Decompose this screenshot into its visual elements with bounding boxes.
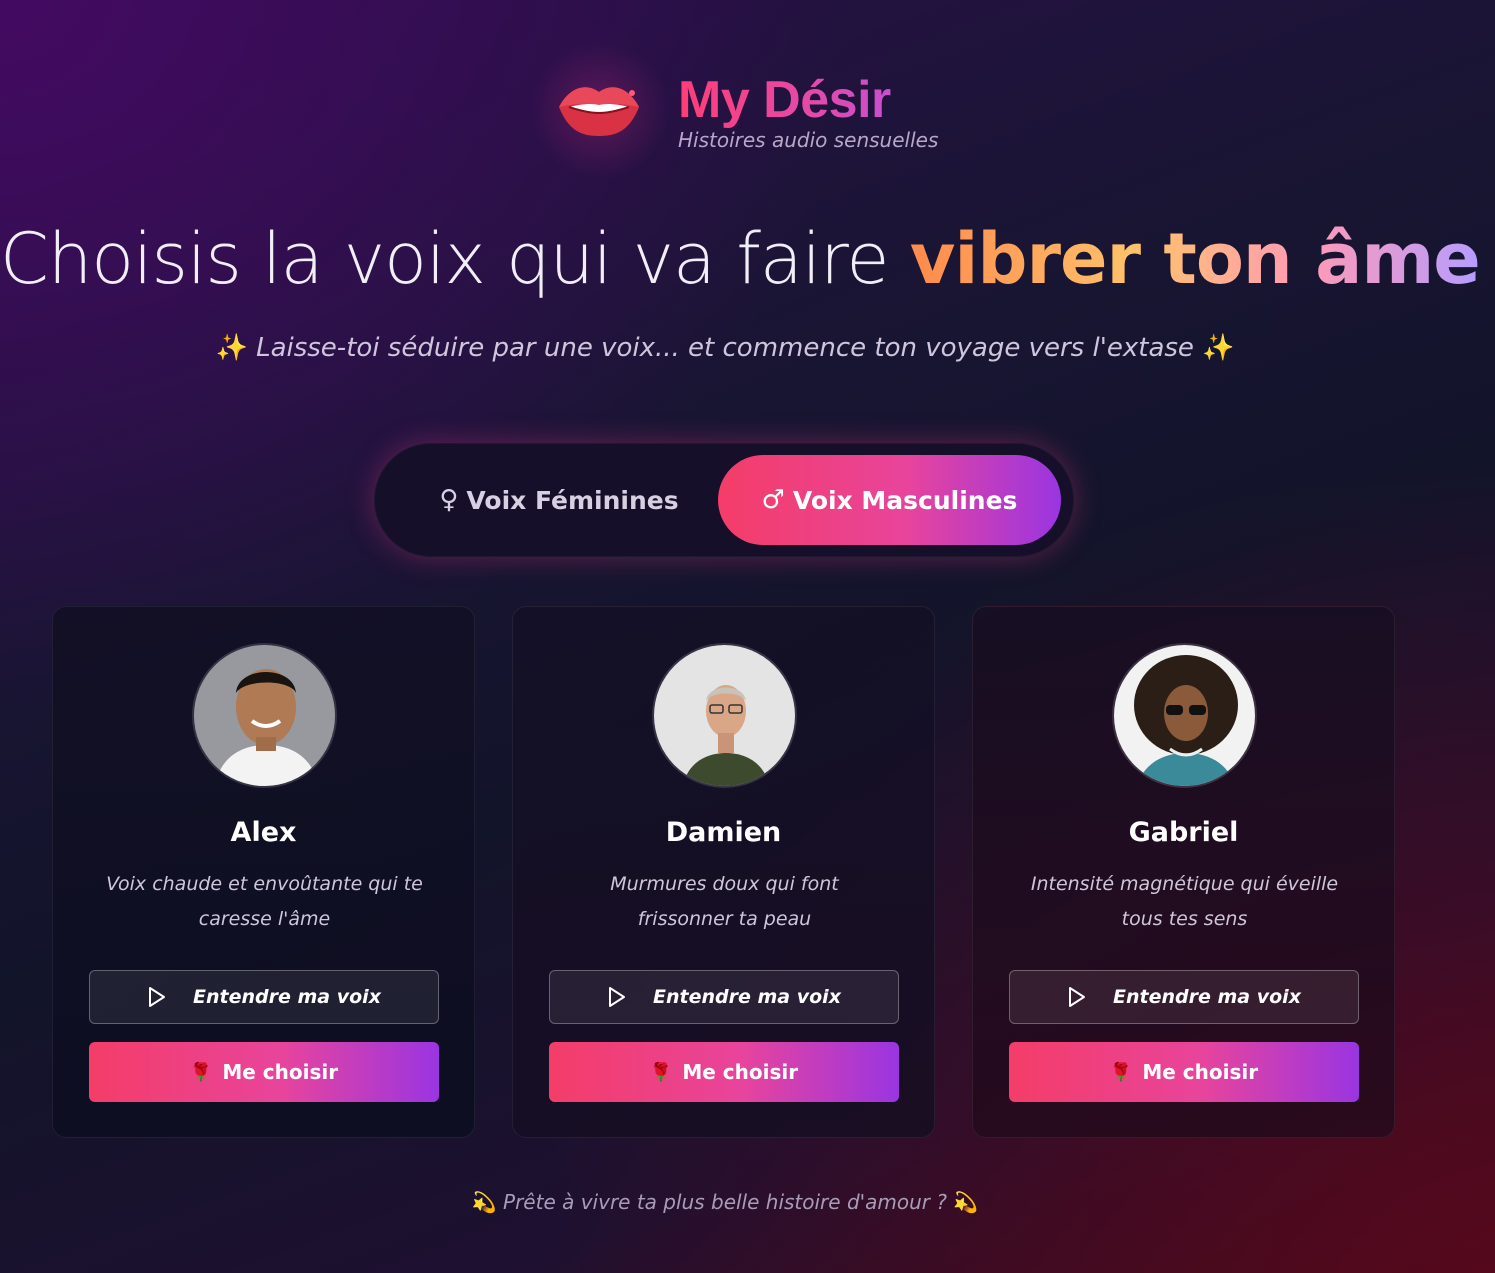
brand-logo (530, 40, 670, 180)
sparkle-icon: ✨ (1202, 333, 1235, 363)
brand-title: My Désir (678, 71, 891, 129)
dizzy-icon: 💫 (471, 1190, 497, 1214)
rose-icon: 🌹 (649, 1061, 673, 1083)
footer-text: Prête à vivre ta plus belle histoire d'a… (503, 1190, 947, 1214)
listen-voice-button[interactable]: Entendre ma voix (89, 970, 439, 1024)
page-subtitle: ✨ Laisse-toi séduire par une voix... et … (0, 333, 1450, 363)
play-icon (149, 987, 166, 1007)
voice-description: Intensité magnétique qui éveille tous te… (1030, 873, 1339, 930)
listen-voice-button[interactable]: Entendre ma voix (549, 970, 899, 1024)
tab-masculine-label: Voix Masculines (792, 485, 1018, 515)
listen-voice-label: Entendre ma voix (653, 986, 841, 1008)
lips-icon (559, 87, 639, 136)
page-title: Choisis la voix qui va faire vibrer ton … (0, 218, 1481, 300)
avatar (192, 643, 337, 788)
choose-voice-button[interactable]: 🌹 Me choisir (89, 1042, 439, 1102)
brand-subtitle: Histoires audio sensuelles (678, 128, 939, 152)
choose-voice-label: Me choisir (1142, 1060, 1259, 1084)
avatar (1112, 643, 1257, 788)
page-subtitle-text: Laisse-toi séduire par une voix... et co… (256, 333, 1194, 363)
voice-description: Voix chaude et envoûtante qui te caresse… (106, 873, 423, 930)
choose-voice-button[interactable]: 🌹 Me choisir (549, 1042, 899, 1102)
rose-icon: 🌹 (189, 1061, 213, 1083)
play-icon (609, 987, 626, 1007)
avatar (652, 643, 797, 788)
tab-masculine-voices[interactable]: ♂ Voix Masculines (718, 455, 1061, 545)
female-symbol-icon: ♀ (439, 485, 459, 515)
tab-feminine-voices[interactable]: ♀ Voix Féminines (394, 455, 724, 545)
voice-card-alex: Alex Voix chaude et envoûtante qui te ca… (52, 606, 475, 1138)
voice-name: Damien (665, 817, 782, 848)
voice-card-gabriel: Gabriel Intensité magnétique qui éveille… (972, 606, 1395, 1138)
male-symbol-icon: ♂ (761, 485, 785, 515)
tab-feminine-label: Voix Féminines (466, 485, 679, 515)
voice-card-damien: Damien Murmures doux qui font frissonner… (512, 606, 935, 1138)
footer-note: 💫 Prête à vivre ta plus belle histoire d… (0, 1190, 1450, 1214)
voice-name: Alex (230, 817, 297, 848)
listen-voice-label: Entendre ma voix (193, 986, 381, 1008)
voice-name: Gabriel (1128, 817, 1239, 848)
choose-voice-label: Me choisir (222, 1060, 339, 1084)
voice-gender-toggle: ♀ Voix Féminines ♂ Voix Masculines (374, 443, 1074, 557)
dizzy-icon: 💫 (953, 1190, 979, 1214)
rose-icon: 🌹 (1109, 1061, 1133, 1083)
play-icon (1069, 987, 1086, 1007)
voice-description: Murmures doux qui font frissonner ta pea… (610, 873, 839, 930)
listen-voice-label: Entendre ma voix (1113, 986, 1301, 1008)
choose-voice-button[interactable]: 🌹 Me choisir (1009, 1042, 1359, 1102)
page-title-accent: vibrer ton âme (909, 218, 1481, 300)
sparkle-icon: ✨ (215, 333, 248, 363)
listen-voice-button[interactable]: Entendre ma voix (1009, 970, 1359, 1024)
choose-voice-label: Me choisir (682, 1060, 799, 1084)
page-title-plain: Choisis la voix qui va faire (0, 218, 910, 300)
